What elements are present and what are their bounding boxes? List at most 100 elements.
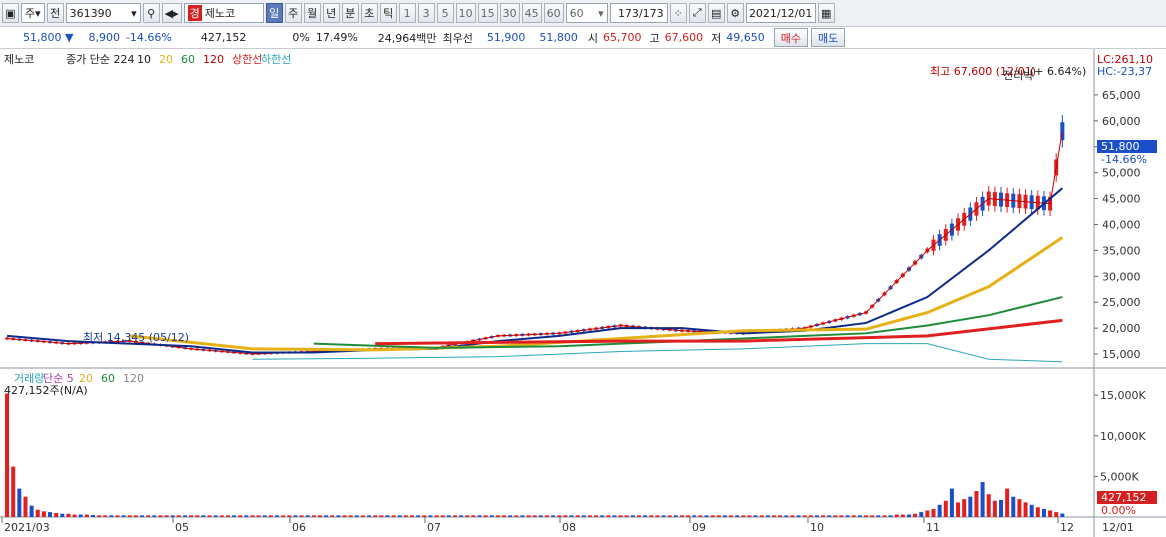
volume-bar [741,515,746,517]
volume-bar [121,515,126,517]
volume-bar [127,515,132,517]
volume-bar [876,515,881,517]
volume-bar [287,515,292,517]
legend-item: 상한선 [232,53,262,66]
period-tick[interactable]: 틱 [379,3,397,23]
volume-bar [716,515,721,517]
y-tick-label: 50,000 [1102,167,1141,180]
volume-bar [103,515,108,517]
volume-bar [661,515,666,517]
stock-name-field[interactable]: 경 제노코 [183,3,264,23]
volume: 427,152 [200,31,247,44]
volume-bar [115,515,120,517]
period-second[interactable]: 초 [360,3,378,23]
volume-bar [41,511,46,517]
market-label: 주 [25,7,36,20]
x-tick-label: 05 [175,521,189,534]
count-total: /173 [638,6,664,20]
volume-bar [256,515,261,517]
volume-bar [771,515,776,517]
period-day[interactable]: 일 [265,3,283,23]
volume-bar [882,515,887,517]
volume-bar [446,515,451,517]
volume-bar [575,515,580,517]
volume-bar [667,515,672,517]
volume-bar [704,515,709,517]
interval-30[interactable]: 30 [499,3,520,23]
prev-button[interactable]: 전 [46,3,64,23]
interval-3[interactable]: 3 [417,3,435,23]
volume-bar [857,515,862,517]
gear-icon[interactable]: ⚙ [726,3,744,23]
volume-bar [311,515,316,517]
buy-button[interactable]: 매수 [773,28,809,47]
volume-bar [238,515,243,517]
date-field[interactable]: 2021/12/01 [745,3,816,23]
save-icon[interactable]: ▤ [707,3,725,23]
volume-bar [403,515,408,517]
volume-bar [514,515,519,517]
speaker-icon[interactable]: ◀▸ [161,3,182,23]
interval-10[interactable]: 10 [455,3,476,23]
volume-bar [943,500,948,517]
volume-bar [348,515,353,517]
code-input[interactable]: 361390 ▾ [65,3,141,23]
y-tick-label: 35,000 [1102,244,1141,257]
volume-bar [784,515,789,517]
sell-button[interactable]: 매도 [811,28,846,47]
volume-bar [459,515,464,517]
interval-select[interactable]: 60 ▾ [565,3,608,23]
volume-bar [679,515,684,517]
volume-bar [275,515,280,517]
volume-bar [630,515,635,517]
volume-bar [109,515,114,517]
volume-bar [637,515,642,517]
interval-60[interactable]: 60 [543,3,564,23]
volume-bar [17,488,22,517]
volume-bar [790,515,795,517]
volume-bar [814,515,819,517]
volume-bar [747,515,752,517]
dots-icon[interactable]: ⁘ [669,3,687,23]
volume-bar [146,515,151,517]
volume-bar [765,515,770,517]
price-chart[interactable]: 제노코 종가 단순 224 10 20 60 120 상한선하한선65,00060,0005… [0,49,1166,537]
volume-bar [471,515,476,517]
current-price: 51,800 ▼ [23,31,74,44]
volume-bar [618,515,623,517]
period-year[interactable]: 년 [322,3,340,23]
volume-bar [968,496,973,517]
interval-5[interactable]: 5 [436,3,454,23]
volume-bar [845,515,850,517]
volume-bar [827,515,832,517]
market-select[interactable]: 주 ▾ [21,3,45,23]
volume-bar [544,515,549,517]
volume-bar [299,515,304,517]
search-icon[interactable]: ⚲ [142,3,160,23]
period-minute[interactable]: 분 [341,3,359,23]
interval-1[interactable]: 1 [398,3,416,23]
toolbar: ▣ 주 ▾ 전 361390 ▾ ⚲ ◀▸ 경 제노코 일 주 월 년 분 초 틱 … [0,0,1166,27]
volume-bar [244,515,249,517]
chart-tool-icon[interactable]: ⤢ [688,3,706,23]
window-icon[interactable]: ▣ [2,3,19,23]
y-tick-label: 25,000 [1102,296,1141,309]
interval-45[interactable]: 45 [521,3,542,23]
volume-bar [225,515,230,517]
volume-bar [262,515,267,517]
legend-item: 20 [159,53,173,66]
count-field[interactable]: 173/173 [609,3,668,23]
stock-name: 제노코 [204,7,236,20]
period-month[interactable]: 월 [303,3,321,23]
last-price-label: 51,800 [1101,140,1140,153]
volume-bar [673,515,678,517]
volume-bar [538,515,543,517]
volume-bar [796,515,801,517]
volume-bar [495,515,500,517]
period-week[interactable]: 주 [284,3,302,23]
chart-background [0,49,1166,537]
volume-bar [864,515,869,517]
interval-15[interactable]: 15 [477,3,498,23]
calendar-icon[interactable]: ▦ [817,3,835,23]
volume-legend-item: 120 [123,372,144,385]
